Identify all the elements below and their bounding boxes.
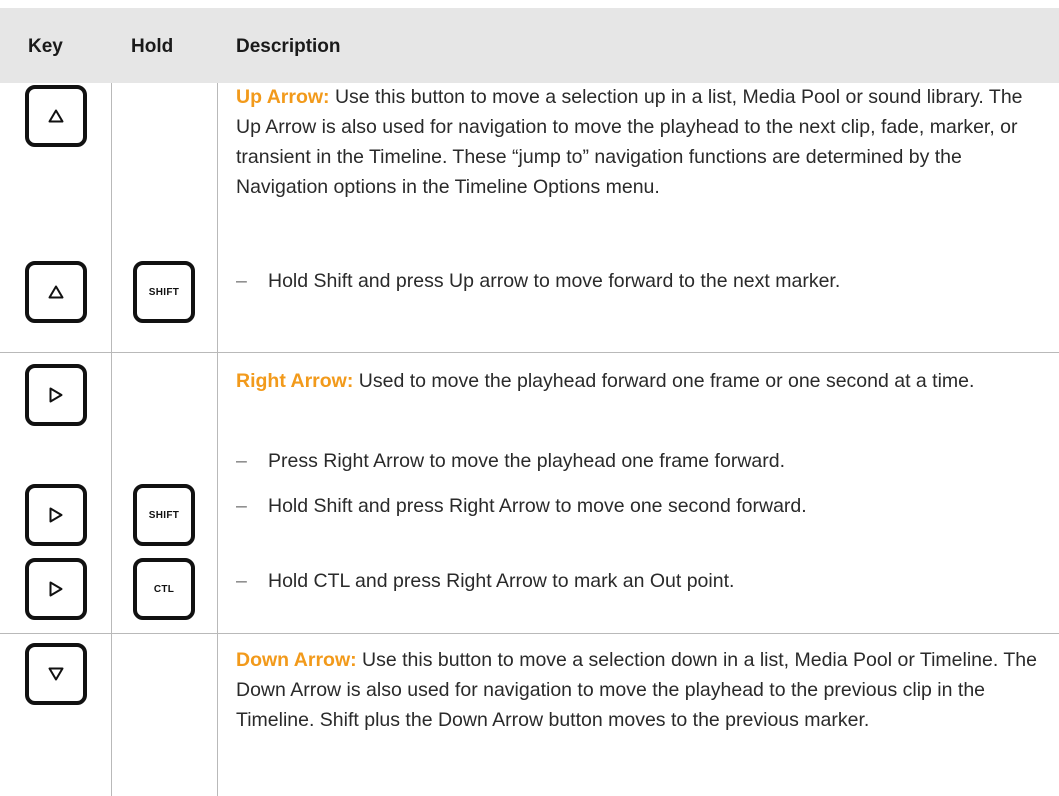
right-triangle-icon	[49, 507, 63, 523]
shift-key-label: SHIFT	[148, 509, 180, 521]
shift-key: SHIFT	[133, 484, 195, 546]
up-arrow-key	[25, 261, 87, 323]
up-triangle-icon	[48, 285, 64, 299]
right-arrow-text: Used to move the playhead forward one fr…	[353, 370, 975, 392]
bullet-text: Press Right Arrow to move the playhead o…	[268, 450, 785, 472]
column-divider-key	[111, 83, 112, 796]
up-triangle-icon	[48, 109, 64, 123]
right-arrow-key	[25, 558, 87, 620]
row-divider	[0, 352, 1059, 353]
right-triangle-icon	[49, 387, 63, 403]
bullet-text: Hold Shift and press Up arrow to move fo…	[268, 270, 841, 292]
list-item: – Hold Shift and press Right Arrow to mov…	[236, 491, 1046, 521]
shift-key-label: SHIFT	[148, 286, 180, 298]
bullet-dash: –	[236, 270, 247, 292]
up-arrow-lead: Up Arrow:	[236, 86, 330, 108]
row-divider	[0, 633, 1059, 634]
header-description: Description	[236, 36, 341, 57]
header-key: Key	[28, 36, 63, 57]
bullet-text: Hold CTL and press Right Arrow to mark a…	[268, 570, 735, 592]
bullet-dash: –	[236, 570, 247, 592]
list-item: – Hold CTL and press Right Arrow to mark …	[236, 566, 1046, 596]
right-arrow-lead: Right Arrow:	[236, 370, 354, 392]
bullet-dash: –	[236, 450, 247, 472]
right-arrow-key	[25, 364, 87, 426]
header-hold: Hold	[131, 36, 174, 57]
bullet-text: Hold Shift and press Right Arrow to move…	[268, 495, 807, 517]
down-arrow-lead: Down Arrow:	[236, 649, 357, 671]
right-arrow-description: Right Arrow: Used to move the playhead f…	[236, 366, 1046, 396]
right-arrow-key	[25, 484, 87, 546]
up-arrow-key	[25, 85, 87, 147]
shift-key: SHIFT	[133, 261, 195, 323]
down-arrow-description: Down Arrow: Use this button to move a se…	[236, 645, 1046, 735]
list-item: – Press Right Arrow to move the playhead …	[236, 446, 1046, 476]
down-arrow-key	[25, 643, 87, 705]
down-arrow-text: Use this button to move a selection down…	[236, 649, 1037, 731]
down-triangle-icon	[48, 667, 64, 681]
bullet-dash: –	[236, 495, 247, 517]
table-header: Key Hold Description	[0, 8, 1059, 83]
up-arrow-description: Up Arrow: Use this button to move a sele…	[236, 82, 1046, 202]
up-arrow-text: Use this button to move a selection up i…	[236, 86, 1023, 198]
column-divider-hold	[217, 83, 218, 796]
ctl-key-label: CTL	[153, 583, 175, 595]
right-triangle-icon	[49, 581, 63, 597]
list-item: – Hold Shift and press Up arrow to move f…	[236, 266, 1046, 296]
ctl-key: CTL	[133, 558, 195, 620]
